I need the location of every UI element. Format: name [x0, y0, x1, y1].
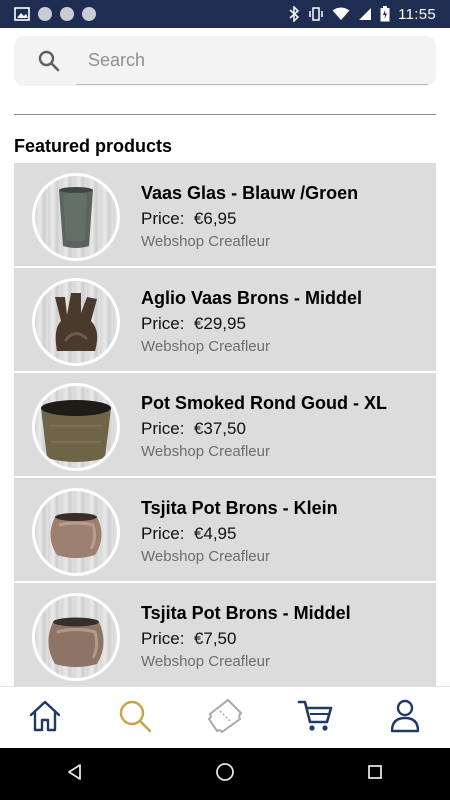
price-value: €29,95 [193, 314, 246, 333]
back-button[interactable] [45, 754, 105, 794]
product-card[interactable]: Tsjita Pot Brons - Middel Price: €7,50 W… [14, 583, 436, 686]
product-shop: Webshop Creafleur [141, 338, 270, 355]
nav-search[interactable] [105, 688, 165, 748]
system-navigation-bar [0, 748, 450, 800]
product-price: Price: €37,50 [141, 419, 246, 439]
product-card[interactable]: Tsjita Pot Brons - Klein Price: €4,95 We… [14, 478, 436, 581]
product-image [32, 278, 120, 366]
product-title: Aglio Vaas Brons - Middel [141, 288, 363, 308]
back-icon [66, 763, 84, 786]
home-circle-icon [215, 762, 235, 787]
divider [14, 114, 436, 115]
notification-dot-icon [60, 7, 74, 21]
ticket-icon [206, 697, 244, 740]
clock: 11:55 [398, 5, 436, 23]
search-input[interactable] [76, 36, 428, 85]
product-price: Price: €6,95 [141, 209, 236, 229]
recents-button[interactable] [345, 754, 405, 794]
signal-icon [358, 7, 372, 21]
notification-dot-icon [82, 7, 96, 21]
product-title: Vaas Glas - Blauw /Groen [141, 183, 359, 203]
product-image [32, 488, 120, 576]
section-title: Featured products [14, 136, 173, 156]
product-price: Price: €4,95 [141, 524, 236, 544]
product-shop: Webshop Creafleur [141, 443, 270, 460]
product-shop: Webshop Creafleur [141, 233, 270, 250]
price-value: €37,50 [193, 419, 246, 438]
product-price: Price: €7,50 [141, 629, 236, 649]
product-image [32, 173, 120, 261]
home-button[interactable] [195, 754, 255, 794]
price-value: €4,95 [193, 524, 237, 543]
search-icon [38, 50, 60, 77]
product-shop: Webshop Creafleur [141, 653, 270, 670]
vibrate-icon [308, 6, 324, 22]
bluetooth-icon [288, 6, 300, 22]
product-title: Tsjita Pot Brons - Klein [141, 498, 338, 518]
nav-account[interactable] [375, 688, 435, 748]
home-icon [28, 699, 62, 738]
search-icon [117, 698, 153, 739]
price-value: €7,50 [193, 629, 237, 648]
product-price: Price: €29,95 [141, 314, 246, 334]
nav-tickets[interactable] [195, 688, 255, 748]
price-value: €6,95 [193, 209, 237, 228]
nav-cart[interactable] [285, 688, 345, 748]
price-label: Price: [141, 524, 185, 543]
system-icons: 11:55 [288, 6, 436, 23]
image-notification-icon [14, 7, 30, 21]
search-bar[interactable] [14, 36, 436, 86]
product-card[interactable]: Vaas Glas - Blauw /Groen Price: €6,95 We… [14, 163, 436, 266]
product-image [32, 593, 120, 681]
product-list: Vaas Glas - Blauw /Groen Price: €6,95 We… [14, 163, 436, 688]
product-shop: Webshop Creafleur [141, 548, 270, 565]
price-label: Price: [141, 629, 185, 648]
price-label: Price: [141, 419, 185, 438]
user-icon [389, 698, 421, 739]
price-label: Price: [141, 209, 185, 228]
cart-icon [297, 699, 333, 738]
product-title: Tsjita Pot Brons - Middel [141, 603, 351, 623]
wifi-icon [332, 7, 350, 21]
nav-home[interactable] [15, 688, 75, 748]
product-title: Pot Smoked Rond Goud - XL [141, 393, 387, 413]
product-card[interactable]: Pot Smoked Rond Goud - XL Price: €37,50 … [14, 373, 436, 476]
price-label: Price: [141, 314, 185, 333]
notification-dot-icon [38, 7, 52, 21]
recents-icon [367, 764, 383, 785]
battery-icon [380, 6, 390, 22]
product-image [32, 383, 120, 471]
bottom-navigation [0, 686, 450, 749]
notification-icons [14, 7, 96, 21]
product-card[interactable]: Aglio Vaas Brons - Middel Price: €29,95 … [14, 268, 436, 371]
status-bar: 11:55 [0, 0, 450, 28]
